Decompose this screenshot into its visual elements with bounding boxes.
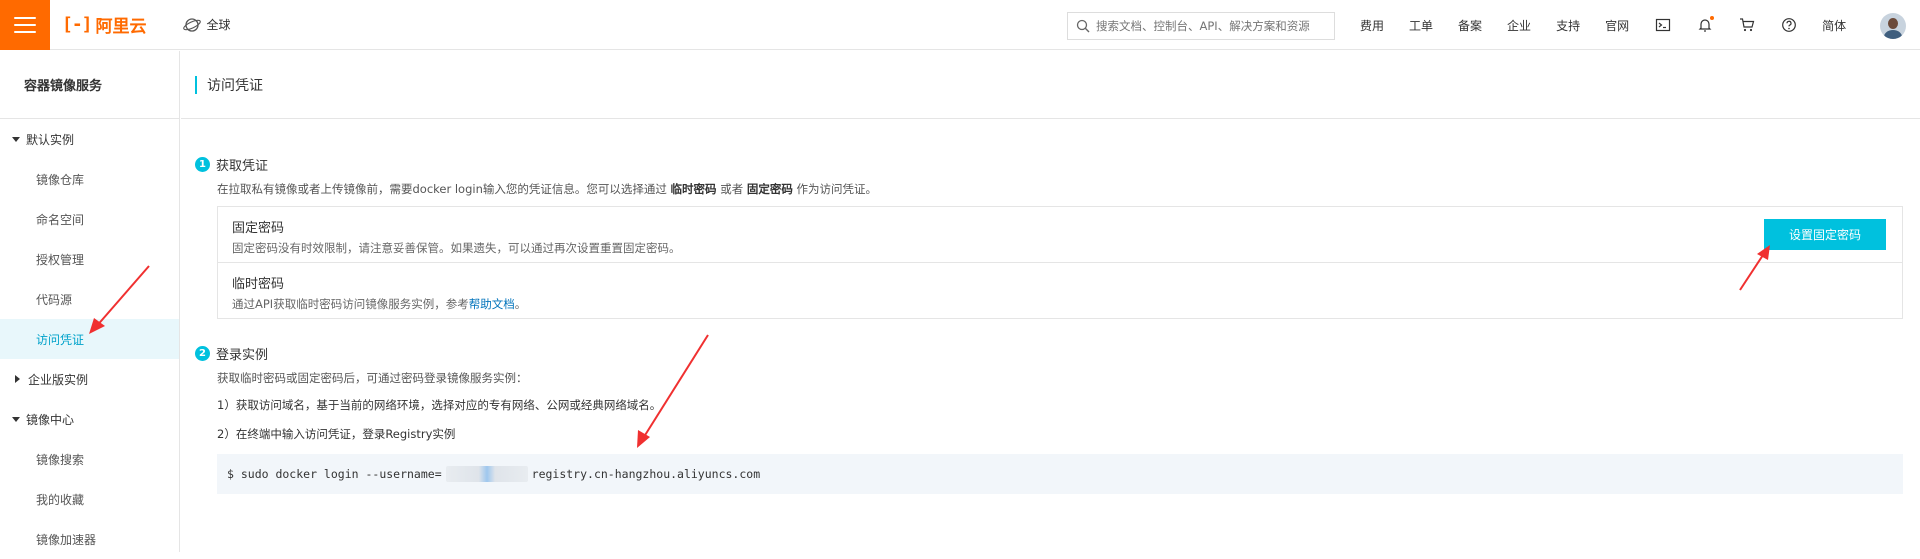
step-get-domain: 1）获取访问域名，基于当前的网络环境，选择对应的专有网络、公网或经典网络域名。 xyxy=(217,398,662,412)
brand-logo-text: 阿里云 xyxy=(95,17,147,37)
page-header: 访问凭证 xyxy=(181,51,1920,119)
step-number-badge: 1 xyxy=(195,157,210,172)
temp-password-row: 临时密码 通过API获取临时密码访问镜像服务实例，参考帮助文档。 xyxy=(218,273,1902,312)
cart-icon[interactable] xyxy=(1738,16,1756,34)
brand-logo[interactable]: [-] 阿里云 xyxy=(62,12,147,37)
section-get-credentials: 1 获取凭证 在拉取私有镜像或者上传镜像前，需要docker login输入您的… xyxy=(195,155,877,197)
credentials-panel: 固定密码 固定密码没有时效限制，请注意妥善保管。如果遗失，可以通过再次设置重置固… xyxy=(217,206,1903,319)
header-nav: 费用 工单 备案 企业 支持 官网 简体 xyxy=(1360,0,1871,50)
language-switch[interactable]: 简体 xyxy=(1822,17,1846,34)
sidebar-item-favorites[interactable]: 我的收藏 xyxy=(0,479,179,519)
help-icon[interactable] xyxy=(1780,16,1798,34)
search-icon xyxy=(1076,19,1090,33)
sidebar-item-image-search[interactable]: 镜像搜索 xyxy=(0,439,179,479)
temp-password-title: 临时密码 xyxy=(232,277,285,292)
region-label: 全球 xyxy=(206,18,231,32)
nav-billing[interactable]: 费用 xyxy=(1360,17,1384,34)
section-login-instance: 2 登录实例 获取临时密码或固定密码后，可通过密码登录镜像服务实例： xyxy=(195,344,528,386)
terminal-icon[interactable] xyxy=(1654,16,1672,34)
sidebar-item-repositories[interactable]: 镜像仓库 xyxy=(0,159,179,199)
region-selector[interactable]: 全球 xyxy=(182,16,231,34)
section-title: 登录实例 xyxy=(216,348,269,363)
fixed-password-title: 固定密码 xyxy=(232,221,285,236)
page-title: 访问凭证 xyxy=(207,77,263,94)
globe-icon xyxy=(182,17,201,32)
fixed-password-desc: 固定密码没有时效限制，请注意妥善保管。如果遗失，可以通过再次设置重置固定密码。 xyxy=(232,241,681,255)
caret-right-icon xyxy=(15,375,20,383)
title-accent-bar xyxy=(195,75,197,94)
sidebar-group-enterprise-instance[interactable]: 企业版实例 xyxy=(0,359,179,399)
step-number-badge: 2 xyxy=(195,346,210,361)
help-doc-link[interactable]: 帮助文档 xyxy=(469,297,515,311)
nav-support[interactable]: 支持 xyxy=(1556,17,1580,34)
aliyun-logo-mark: [-] xyxy=(62,14,92,35)
sidebar-item-namespaces[interactable]: 命名空间 xyxy=(0,199,179,239)
section-title: 获取凭证 xyxy=(216,159,269,174)
nav-enterprise[interactable]: 企业 xyxy=(1507,17,1531,34)
sidebar-item-accelerator[interactable]: 镜像加速器 xyxy=(0,519,179,559)
sidebar-group-default-instance[interactable]: 默认实例 xyxy=(0,119,179,159)
bell-icon[interactable] xyxy=(1696,16,1715,34)
fixed-password-row: 固定密码 固定密码没有时效限制，请注意妥善保管。如果遗失，可以通过再次设置重置固… xyxy=(218,217,1902,256)
caret-down-icon xyxy=(12,416,20,422)
command-prefix: $ sudo docker login --username= xyxy=(227,467,442,481)
main-content: 访问凭证 1 获取凭证 在拉取私有镜像或者上传镜像前，需要docker logi… xyxy=(181,51,1920,552)
set-fixed-password-button[interactable]: 设置固定密码 xyxy=(1764,219,1886,250)
nav-website[interactable]: 官网 xyxy=(1605,17,1629,34)
section-description: 在拉取私有镜像或者上传镜像前，需要docker login输入您的凭证信息。您可… xyxy=(217,182,878,196)
sidebar-title: 容器镜像服务 xyxy=(0,51,179,119)
sidebar-item-code-source[interactable]: 代码源 xyxy=(0,279,179,319)
temp-password-desc: 通过API获取临时密码访问镜像服务实例，参考帮助文档。 xyxy=(232,297,527,311)
redacted-username xyxy=(445,466,528,482)
section-description: 获取临时密码或固定密码后，可通过密码登录镜像服务实例： xyxy=(217,371,528,385)
global-search[interactable] xyxy=(1067,12,1335,40)
login-command-block[interactable]: $ sudo docker login --username= registry… xyxy=(217,454,1903,494)
search-input[interactable] xyxy=(1096,19,1326,33)
caret-down-icon xyxy=(12,136,20,142)
nav-icp[interactable]: 备案 xyxy=(1458,17,1482,34)
hamburger-menu-button[interactable] xyxy=(0,0,50,50)
step-login-registry: 2）在终端中输入访问凭证，登录Registry实例 xyxy=(217,427,456,441)
sidebar: 容器镜像服务 默认实例 镜像仓库 命名空间 授权管理 代码源 访问凭证 企业版实… xyxy=(0,51,180,552)
user-avatar[interactable] xyxy=(1880,13,1906,39)
notification-dot xyxy=(1710,16,1715,20)
sidebar-item-authorization[interactable]: 授权管理 xyxy=(0,239,179,279)
command-suffix: registry.cn-hangzhou.aliyuncs.com xyxy=(531,467,761,481)
sidebar-group-image-center[interactable]: 镜像中心 xyxy=(0,399,179,439)
sidebar-item-access-credentials[interactable]: 访问凭证 xyxy=(0,319,179,359)
nav-tickets[interactable]: 工单 xyxy=(1409,17,1433,34)
menu-icon xyxy=(14,16,36,33)
divider xyxy=(218,262,1902,263)
